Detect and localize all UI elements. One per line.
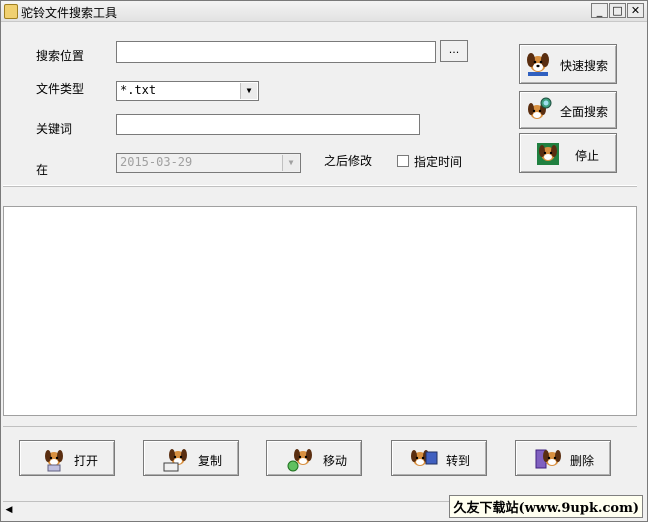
chevron-down-icon: ▼ (282, 155, 299, 171)
specify-time-checkbox[interactable] (397, 155, 409, 167)
full-search-button[interactable]: 全面搜索 (519, 91, 617, 129)
filetype-value: *.txt (120, 83, 157, 97)
stop-label: 停止 (575, 149, 600, 163)
modified-after-label: 之后修改 (324, 154, 373, 168)
filetype-select[interactable]: *.txt ▼ (116, 81, 259, 101)
main-window: 驼铃文件搜索工具 _ □ ✕ 搜索位置 文件类型 *.txt ▼ 关键词 在 2… (0, 0, 648, 522)
results-list[interactable] (3, 206, 637, 416)
move-label: 移动 (323, 454, 348, 468)
maximize-button[interactable]: □ (609, 3, 626, 18)
stop-icon (537, 143, 559, 165)
delete-icon (535, 449, 561, 469)
goto-icon (411, 450, 438, 466)
dog-icon (527, 53, 549, 76)
keyword-label: 关键词 (36, 122, 73, 136)
app-icon (4, 4, 18, 19)
watermark: 久友下载站(www.9upk.com) (449, 495, 643, 518)
title-bar: 驼铃文件搜索工具 _ □ ✕ (1, 1, 647, 22)
bottom-toolbar: 打开 复制 移动 转到 删除 (3, 426, 637, 492)
close-button[interactable]: ✕ (627, 3, 644, 18)
stop-button[interactable]: 停止 (519, 133, 617, 173)
move-icon (287, 449, 312, 472)
date-picker: 2015-03-29 ▼ (116, 153, 301, 173)
copy-label: 复制 (198, 454, 223, 468)
location-label: 搜索位置 (36, 49, 85, 63)
copy-button[interactable]: 复制 (143, 440, 239, 476)
copy-icon (163, 449, 187, 472)
filetype-label: 文件类型 (36, 82, 85, 96)
delete-label: 删除 (570, 454, 595, 468)
search-icon (528, 97, 552, 119)
location-input[interactable] (116, 41, 436, 63)
open-icon (45, 450, 63, 472)
minimize-button[interactable]: _ (591, 3, 608, 18)
date-value: 2015-03-29 (120, 155, 193, 169)
quick-search-label: 快速搜索 (560, 59, 609, 73)
scroll-left-icon[interactable]: ◀ (4, 504, 14, 516)
open-label: 打开 (74, 454, 99, 468)
in-label: 在 (36, 163, 49, 177)
specify-time-label: 指定时间 (414, 155, 463, 169)
delete-button[interactable]: 删除 (515, 440, 611, 476)
chevron-down-icon[interactable]: ▼ (240, 83, 257, 99)
browse-button[interactable]: ... (440, 40, 468, 62)
move-button[interactable]: 移动 (266, 440, 362, 476)
goto-button[interactable]: 转到 (391, 440, 487, 476)
quick-search-button[interactable]: 快速搜索 (519, 44, 617, 84)
window-title: 驼铃文件搜索工具 (21, 6, 118, 20)
full-search-label: 全面搜索 (560, 105, 609, 119)
keyword-input[interactable] (116, 114, 420, 135)
search-panel: 搜索位置 文件类型 *.txt ▼ 关键词 在 2015-03-29 ▼ 之后修… (3, 31, 637, 186)
open-button[interactable]: 打开 (19, 440, 115, 476)
goto-label: 转到 (446, 454, 471, 468)
